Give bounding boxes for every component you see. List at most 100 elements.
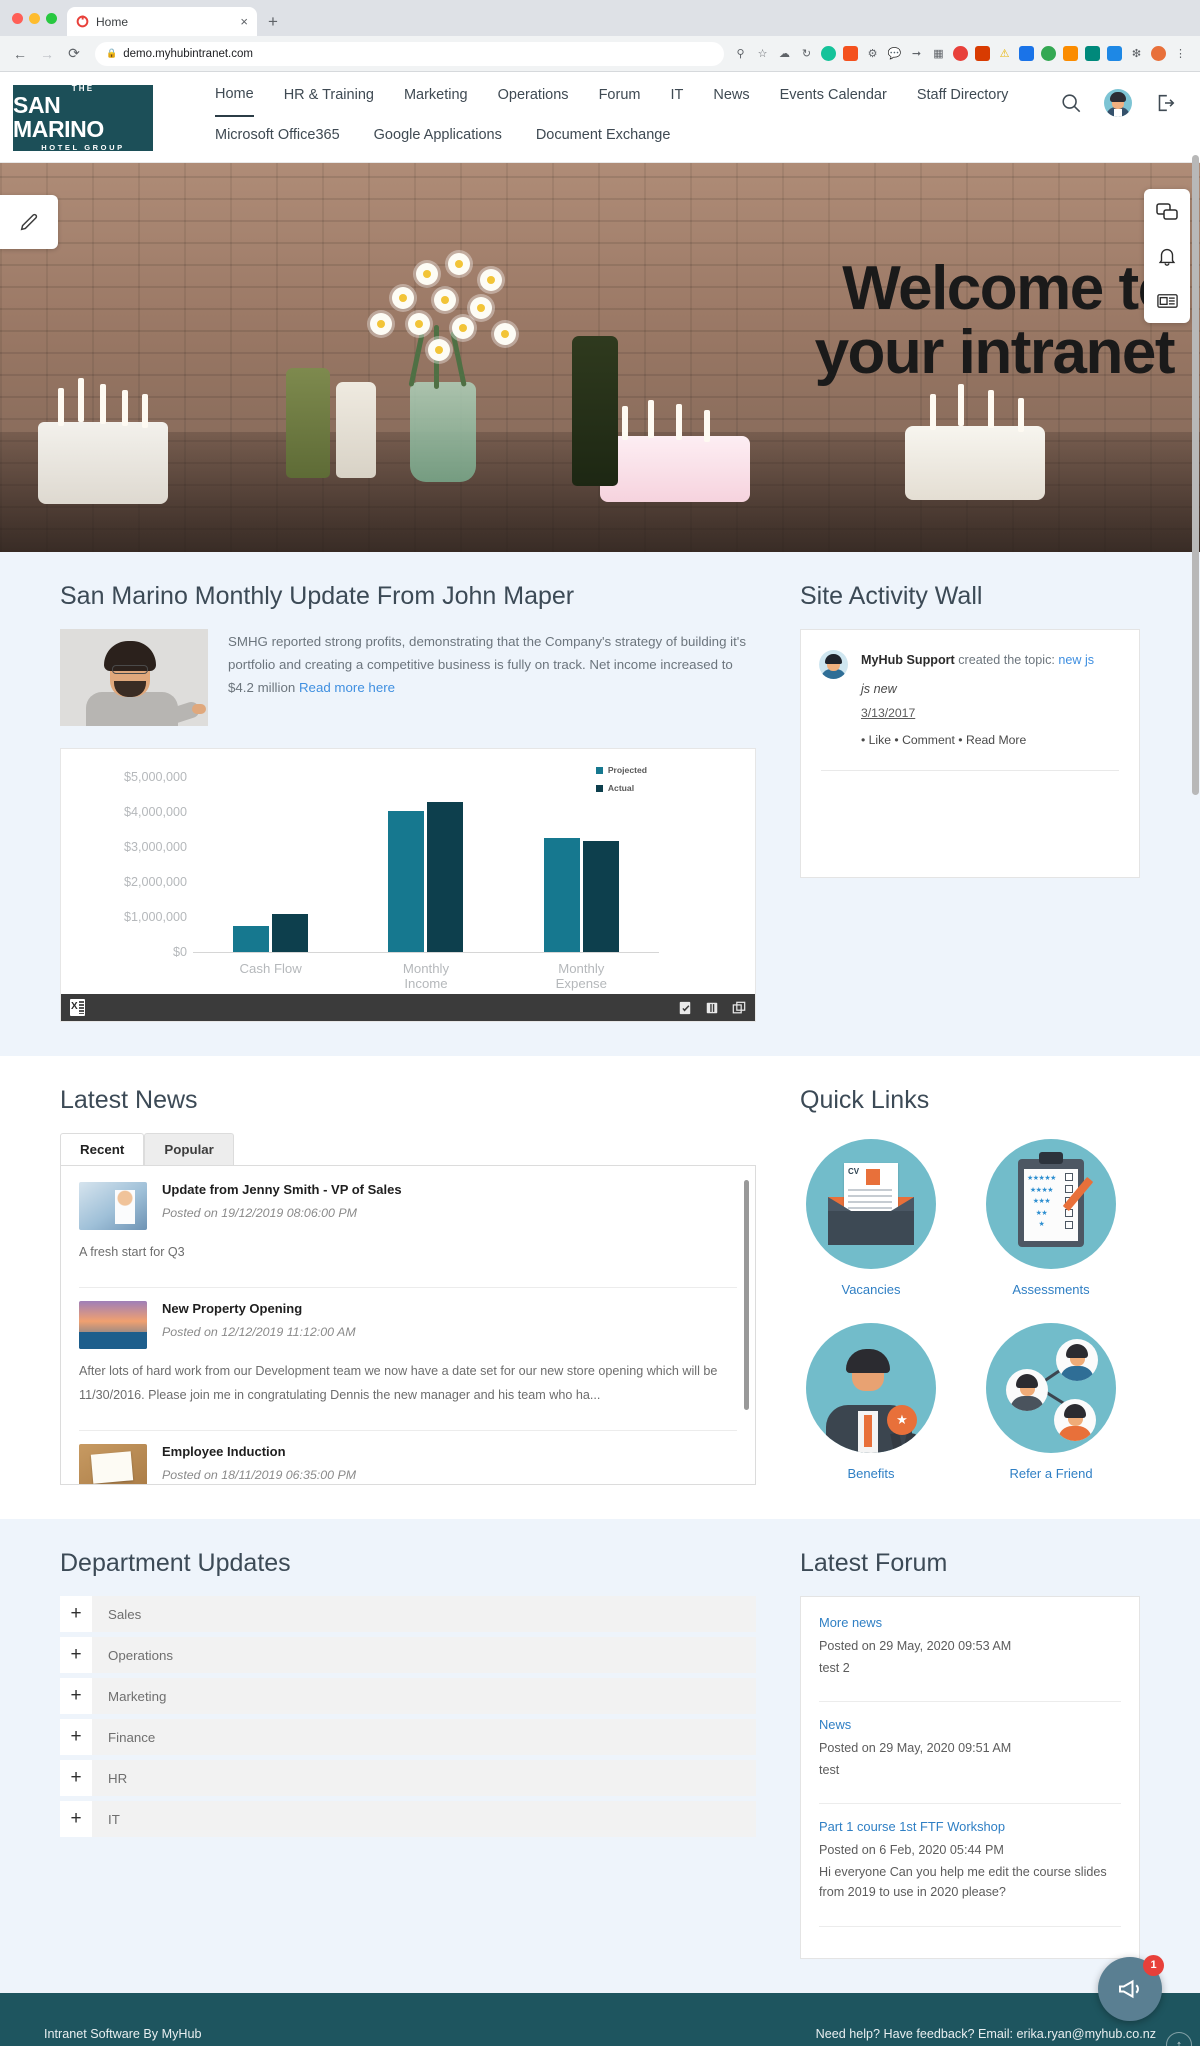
accordion-item-finance[interactable]: + Finance xyxy=(60,1719,756,1755)
nav-item-home[interactable]: Home xyxy=(215,72,254,117)
view-icon[interactable] xyxy=(705,1001,719,1015)
warning-icon[interactable]: ⚠ xyxy=(997,46,1012,61)
nav-item-hr-training[interactable]: HR & Training xyxy=(284,72,374,117)
blue-square-icon[interactable] xyxy=(1019,46,1034,61)
nav-item-it[interactable]: IT xyxy=(670,72,683,117)
quick-link-assessments[interactable]: ★★★★★ ★★★★ ★★★ ★★ ★ Assessments xyxy=(980,1139,1122,1297)
comment-action[interactable]: Comment xyxy=(902,733,955,747)
office-icon[interactable] xyxy=(975,46,990,61)
bookmark-icon[interactable] xyxy=(1107,46,1122,61)
arrow-icon[interactable]: ➞ xyxy=(909,46,924,61)
user-avatar[interactable] xyxy=(1104,88,1132,117)
settings-gear-icon[interactable]: ⚙ xyxy=(865,46,880,61)
tab-recent[interactable]: Recent xyxy=(60,1133,145,1165)
orange-square-icon[interactable] xyxy=(1063,46,1078,61)
quick-link-vacancies[interactable]: CV Vacancies xyxy=(800,1139,942,1297)
puzzle-icon[interactable]: ❇ xyxy=(1129,46,1144,61)
bookmark-star-icon[interactable]: ☆ xyxy=(755,46,770,61)
nav-item-events-calendar[interactable]: Events Calendar xyxy=(780,72,887,117)
accordion-label[interactable]: IT xyxy=(92,1801,756,1837)
news-item[interactable]: Employee Induction Posted on 18/11/2019 … xyxy=(79,1443,737,1484)
grammarly-icon[interactable] xyxy=(821,46,836,61)
accordion-label[interactable]: Sales xyxy=(92,1596,756,1632)
teal-square-icon[interactable] xyxy=(1085,46,1100,61)
browser-tab[interactable]: Home × xyxy=(67,7,257,36)
chat-bubble-icon[interactable]: 💬 xyxy=(887,46,902,61)
accordion-item-it[interactable]: + IT xyxy=(60,1801,756,1837)
expand-icon[interactable]: + xyxy=(60,1678,92,1714)
nav-item-staff-directory[interactable]: Staff Directory xyxy=(917,72,1009,117)
popout-icon[interactable] xyxy=(732,1001,746,1015)
expand-icon[interactable]: + xyxy=(60,1637,92,1673)
nav-item-news[interactable]: News xyxy=(713,72,749,117)
quick-link-benefits[interactable]: ★ Benefits xyxy=(800,1323,942,1481)
expand-icon[interactable]: + xyxy=(60,1596,92,1632)
quick-link-refer-a-friend[interactable]: Refer a Friend xyxy=(980,1323,1122,1481)
accordion-item-marketing[interactable]: + Marketing xyxy=(60,1678,756,1714)
page-scrollbar[interactable] xyxy=(1192,155,1199,795)
post-topic-link[interactable]: new js xyxy=(1058,653,1094,667)
read-more-action[interactable]: Read More xyxy=(966,733,1026,747)
close-tab-button[interactable]: × xyxy=(240,14,248,29)
nav-item-google-applications[interactable]: Google Applications xyxy=(374,117,502,153)
edit-page-button[interactable] xyxy=(0,195,58,249)
download-icon[interactable] xyxy=(678,1001,692,1015)
nav-item-operations[interactable]: Operations xyxy=(498,72,569,117)
read-more-link[interactable]: Read more here xyxy=(299,680,395,695)
expand-icon[interactable]: + xyxy=(60,1801,92,1837)
like-action[interactable]: Like xyxy=(869,733,891,747)
zoom-icon[interactable]: ⚲ xyxy=(733,46,748,61)
analytics-icon[interactable] xyxy=(843,46,858,61)
window-controls[interactable] xyxy=(10,0,67,36)
accordion-item-hr[interactable]: + HR xyxy=(60,1760,756,1796)
news-item-title[interactable]: Employee Induction xyxy=(162,1444,737,1459)
reload-icon[interactable]: ⟳ xyxy=(62,42,86,66)
news-item-title[interactable]: New Property Opening xyxy=(162,1301,737,1316)
forum-item-title[interactable]: News xyxy=(819,1717,851,1732)
news-item-title[interactable]: Update from Jenny Smith - VP of Sales xyxy=(162,1182,737,1197)
red-circle-icon[interactable] xyxy=(953,46,968,61)
accordion-label[interactable]: Marketing xyxy=(92,1678,756,1714)
tab-popular[interactable]: Popular xyxy=(144,1133,234,1165)
bell-icon[interactable] xyxy=(1153,242,1181,270)
cloud-icon[interactable]: ☁ xyxy=(777,46,792,61)
forum-item[interactable]: Part 1 course 1st FTF Workshop Posted on… xyxy=(819,1818,1121,1914)
forum-item[interactable]: More news Posted on 29 May, 2020 09:53 A… xyxy=(819,1614,1121,1690)
news-icon[interactable] xyxy=(1153,286,1181,314)
nav-item-forum[interactable]: Forum xyxy=(599,72,641,117)
nav-item-marketing[interactable]: Marketing xyxy=(404,72,468,117)
nav-item-document-exchange[interactable]: Document Exchange xyxy=(536,117,671,153)
menu-icon[interactable]: ⋮ xyxy=(1173,46,1188,61)
profile-icon[interactable] xyxy=(1151,46,1166,61)
news-scrollbar[interactable] xyxy=(744,1180,749,1410)
accordion-label[interactable]: Operations xyxy=(92,1637,756,1673)
new-tab-button[interactable]: + xyxy=(268,12,278,36)
chat-icon[interactable] xyxy=(1153,198,1181,226)
logout-icon[interactable] xyxy=(1154,92,1176,114)
search-icon[interactable] xyxy=(1060,92,1082,114)
close-window-button[interactable] xyxy=(12,12,23,24)
site-logo[interactable]: THE SAN MARINO HOTEL GROUP xyxy=(13,84,153,152)
history-icon[interactable]: ↻ xyxy=(799,46,814,61)
news-item[interactable]: Update from Jenny Smith - VP of Sales Po… xyxy=(79,1182,737,1277)
forum-item-title[interactable]: Part 1 course 1st FTF Workshop xyxy=(819,1819,1005,1834)
expand-icon[interactable]: + xyxy=(60,1719,92,1755)
maximize-window-button[interactable] xyxy=(46,12,57,24)
accordion-item-operations[interactable]: + Operations xyxy=(60,1637,756,1673)
green-circle-icon[interactable] xyxy=(1041,46,1056,61)
forward-icon[interactable]: → xyxy=(35,42,59,66)
nav-item-office365[interactable]: Microsoft Office365 xyxy=(215,117,340,153)
address-bar[interactable]: 🔒 demo.myhubintranet.com xyxy=(95,41,724,66)
back-icon[interactable]: ← xyxy=(8,42,32,66)
minimize-window-button[interactable] xyxy=(29,12,40,24)
accordion-label[interactable]: HR xyxy=(92,1760,756,1796)
accordion-item-sales[interactable]: + Sales xyxy=(60,1596,756,1632)
expand-icon[interactable]: + xyxy=(60,1760,92,1796)
scroll-to-top-button[interactable]: ↑ xyxy=(1166,2031,1192,2046)
grid-icon[interactable]: ▦ xyxy=(931,46,946,61)
accordion-label[interactable]: Finance xyxy=(92,1719,756,1755)
news-item[interactable]: New Property Opening Posted on 12/12/201… xyxy=(79,1301,737,1420)
forum-item[interactable]: News Posted on 29 May, 2020 09:51 AM tes… xyxy=(819,1716,1121,1792)
announcements-button[interactable]: 1 xyxy=(1098,1954,1164,2021)
forum-item-title[interactable]: More news xyxy=(819,1615,882,1630)
